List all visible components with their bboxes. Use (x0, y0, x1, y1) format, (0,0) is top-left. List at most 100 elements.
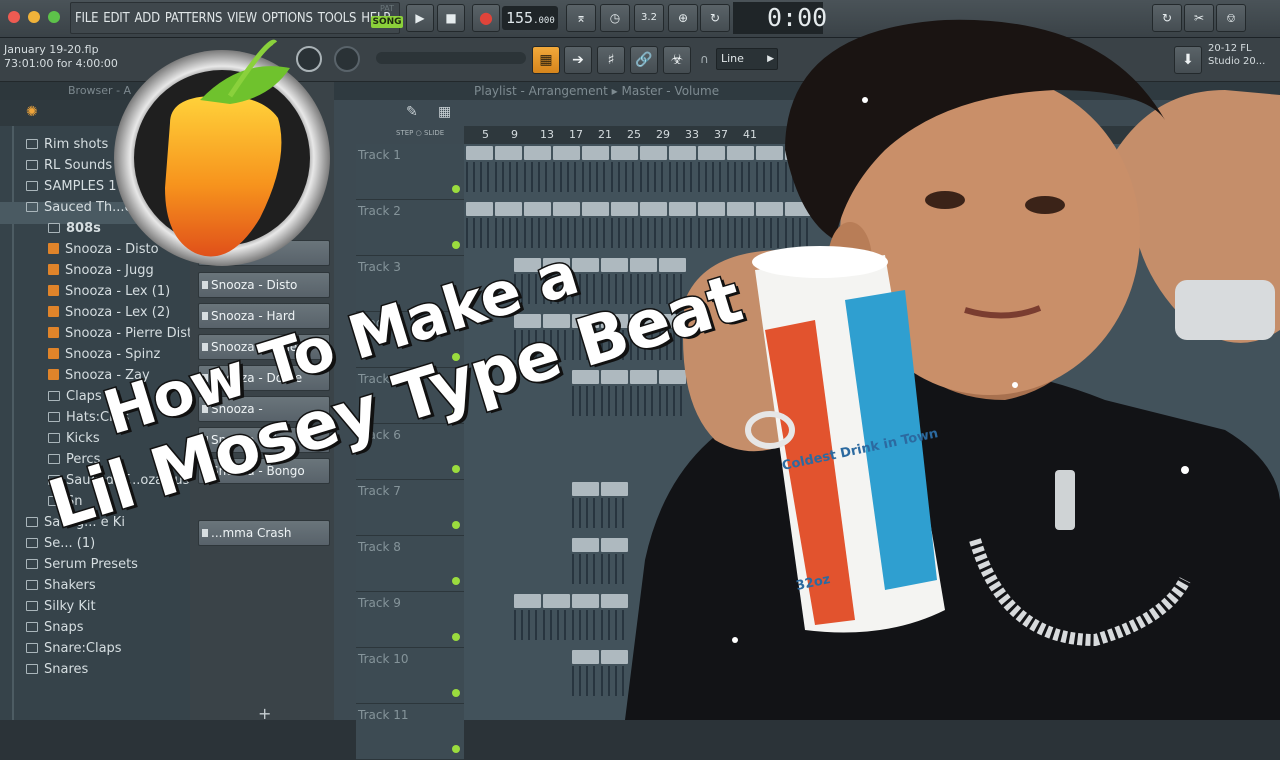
piano-icon: ▦ (539, 52, 553, 68)
browser-item[interactable]: Snooza - Lex (2) (48, 302, 212, 323)
track-header[interactable]: Track 7 (356, 480, 464, 536)
menu-options[interactable]: OPTIONS (262, 11, 313, 26)
pattern-clip[interactable] (553, 202, 580, 216)
track-label: Track 10 (358, 652, 409, 666)
browser-item[interactable]: Se... (1) (26, 533, 190, 554)
audio-file-icon (48, 369, 59, 380)
browser-item-label: 808s (66, 221, 101, 236)
pattern-clip[interactable] (553, 146, 580, 160)
channel-button[interactable]: Snooza - Disto (198, 272, 330, 298)
pattern-clip[interactable] (514, 594, 541, 608)
browser-item[interactable]: Shakers (26, 575, 190, 596)
pattern-notes (524, 162, 551, 192)
track-label: Track 9 (358, 596, 401, 610)
browser-item[interactable]: Snooza - Pierre Disto (48, 323, 212, 344)
folder-icon (26, 160, 38, 170)
track-header[interactable]: Track 1 (356, 144, 464, 200)
track-mute-led[interactable] (452, 241, 460, 249)
pattern-clip[interactable] (524, 146, 551, 160)
audio-file-icon (48, 285, 59, 296)
step-slide-labels: STEP ○ SLIDE (396, 129, 445, 137)
track-mute-led[interactable] (452, 185, 460, 193)
stop-button[interactable]: ■ (437, 4, 465, 32)
folder-icon (26, 622, 38, 632)
folder-icon (48, 454, 60, 464)
artist-photo: Coldest Drink in Town 32oz (625, 19, 1280, 720)
track-header[interactable]: Track 11 (356, 704, 464, 760)
track-header[interactable]: Track 2 (356, 200, 464, 256)
project-info: January 19-20.flp 73:01:00 for 4:00:00 (4, 43, 118, 71)
menu-add[interactable]: ADD (134, 11, 160, 26)
project-filename: January 19-20.flp (4, 43, 99, 56)
minimize-window-button[interactable] (28, 11, 40, 23)
song-label: SONG (371, 16, 403, 28)
menu-file[interactable]: FILE (75, 11, 98, 26)
track-mute-led[interactable] (452, 465, 460, 473)
pattern-notes (466, 162, 493, 192)
pat-song-toggle[interactable]: PAT SONG (371, 4, 403, 32)
arrow-right-icon: ➔ (572, 52, 584, 68)
folder-icon (26, 181, 38, 191)
audio-file-icon (48, 264, 59, 275)
pattern-clip[interactable] (466, 146, 493, 160)
channel-button[interactable]: ...mma Crash (198, 520, 330, 546)
track-mute-led[interactable] (452, 521, 460, 529)
maximize-window-button[interactable] (48, 11, 60, 23)
pattern-clip[interactable] (495, 202, 522, 216)
browser-item-label: Silky Kit (44, 599, 96, 614)
browser-item[interactable]: Serum Presets (26, 554, 190, 575)
folder-icon (26, 664, 38, 674)
browser-item-label: Claps (66, 389, 102, 404)
track-header[interactable]: Track 9 (356, 592, 464, 648)
folder-icon (26, 139, 38, 149)
browser-item[interactable]: Snare:Claps (26, 638, 190, 659)
folder-icon (48, 391, 60, 401)
track-mute-led[interactable] (452, 689, 460, 697)
pattern-clip[interactable] (466, 202, 493, 216)
master-slider[interactable] (376, 52, 526, 64)
track-mute-led[interactable] (452, 745, 460, 753)
pattern-notes (495, 162, 522, 192)
browser-item-label: Snooza - Lex (1) (65, 284, 171, 299)
browser-item-label: Serum Presets (44, 557, 138, 572)
piano-roll-button[interactable]: ▦ (532, 46, 560, 74)
pencil-icon[interactable]: ✎ (406, 104, 418, 120)
ruler-tick-label: 13 (540, 128, 554, 141)
track-label: Track 7 (358, 484, 401, 498)
record-button[interactable]: ● (472, 4, 500, 32)
track-header[interactable]: Track 8 (356, 536, 464, 592)
track-mute-led[interactable] (452, 577, 460, 585)
folder-icon (48, 223, 60, 233)
pattern-clip[interactable] (495, 146, 522, 160)
folder-icon (26, 601, 38, 611)
slide-label: SLIDE (423, 129, 445, 137)
audio-file-icon (48, 327, 59, 338)
track-label: Track 1 (358, 148, 401, 162)
ruler-tick-label: 9 (511, 128, 518, 141)
browser-item[interactable]: Silky Kit (26, 596, 190, 617)
menu-tools[interactable]: TOOLS (318, 11, 357, 26)
track-mute-led[interactable] (452, 633, 460, 641)
pattern-clip[interactable] (543, 594, 570, 608)
track-header[interactable]: Track 10 (356, 648, 464, 704)
close-window-button[interactable] (8, 11, 20, 23)
folder-icon (26, 538, 38, 548)
browser-item[interactable]: Snooza - Lex (1) (48, 281, 212, 302)
piano-keys-icon[interactable]: ▦ (438, 104, 451, 120)
tempo-display[interactable]: 155.000 (502, 6, 558, 30)
pattern-notes (514, 610, 541, 640)
browser-item[interactable]: Snaps (26, 617, 190, 638)
play-button[interactable]: ▶ (406, 4, 434, 32)
browser-item[interactable]: Snares (26, 659, 190, 680)
browser-item-label: Kicks (66, 431, 100, 446)
menu-view[interactable]: VIEW (227, 11, 257, 26)
pat-label: PAT (379, 4, 395, 13)
menu-edit[interactable]: EDIT (103, 11, 129, 26)
add-channel-button[interactable]: + (258, 704, 271, 723)
browser-item-label: Snare:Claps (44, 641, 122, 656)
browser-item-label: Snooza - Pierre Disto (65, 326, 201, 341)
browser-options-icon[interactable]: ✺ (26, 104, 38, 120)
stop-icon: ■ (445, 11, 457, 25)
pattern-clip[interactable] (524, 202, 551, 216)
menu-patterns[interactable]: PATTERNS (165, 11, 223, 26)
